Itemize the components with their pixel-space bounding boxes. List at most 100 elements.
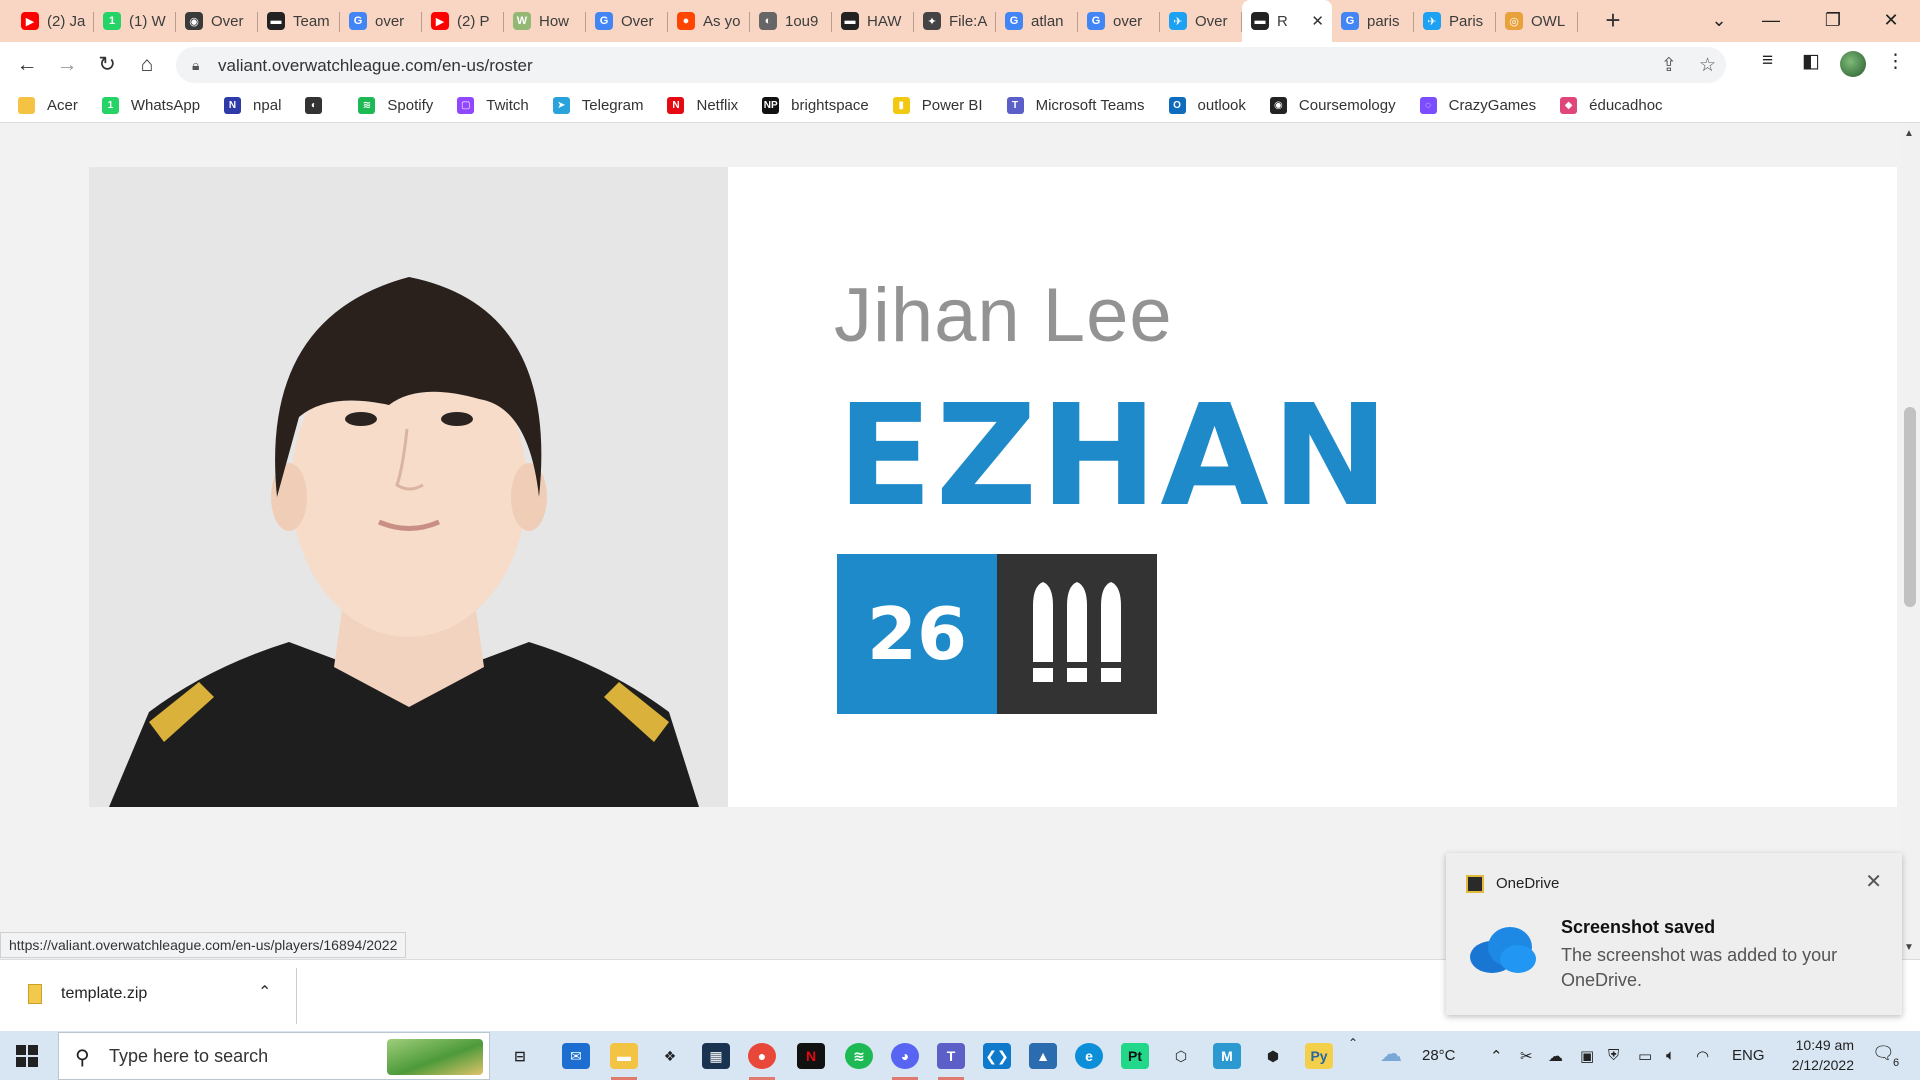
minimize-button[interactable]: —: [1746, 0, 1796, 42]
media-control-icon[interactable]: ≡: [1762, 50, 1773, 72]
bookmark-item[interactable]: T Microsoft Teams: [1006, 96, 1145, 114]
vscode-icon[interactable]: ❮❯: [983, 1043, 1011, 1069]
app-m-icon[interactable]: M: [1213, 1043, 1241, 1069]
system-clock[interactable]: 10:49 am 2/12/2022: [1770, 1035, 1854, 1075]
language-indicator[interactable]: ENG: [1732, 1047, 1765, 1064]
discord-icon[interactable]: ◕: [891, 1043, 919, 1069]
browser-tab[interactable]: ▬ Team: [258, 0, 340, 42]
bookmark-item[interactable]: 1 WhatsApp: [101, 96, 200, 114]
browser-tab[interactable]: ▶ (2) Ja: [12, 0, 94, 42]
chrome-icon[interactable]: ●: [748, 1043, 776, 1069]
onedrive-notification[interactable]: OneDrive ✕ Screenshot saved The screensh…: [1446, 853, 1902, 1015]
bookmark-item[interactable]: ▮ Power BI: [892, 96, 983, 114]
taskbar-search-box[interactable]: ⚲ Type here to search: [58, 1032, 490, 1080]
shelf-divider: [296, 968, 297, 1024]
browser-tab[interactable]: ▶ (2) P: [422, 0, 504, 42]
tab-list: ▶ (2) Ja 1 (1) W ◉ Over ▬ Team Gover ▶ (2) P W How G O…: [12, 0, 1578, 42]
bookmark-item[interactable]: ➤ Telegram: [552, 96, 643, 114]
bookmark-item[interactable]: Nnpal: [224, 96, 281, 114]
bookmark-item[interactable]: ◉ Coursemology: [1269, 96, 1396, 114]
bookmark-star-icon[interactable]: ☆: [1699, 54, 1716, 77]
security-icon[interactable]: ⛨: [1608, 1047, 1619, 1064]
bookmark-item[interactable]: ▢ Twitch: [457, 96, 529, 114]
share-icon[interactable]: ⇪: [1661, 54, 1677, 77]
bookmark-item[interactable]: ◐: [305, 96, 334, 114]
browser-tab[interactable]: ◉ Over: [176, 0, 258, 42]
browser-tab[interactable]: Gatlan: [996, 0, 1078, 42]
bookmark-item[interactable]: Acer: [18, 96, 78, 114]
browser-tab[interactable]: ✈ Paris: [1414, 0, 1496, 42]
page-scrollbar[interactable]: ▲ ▼: [1900, 124, 1920, 959]
browser-tab[interactable]: 1 (1) W: [94, 0, 176, 42]
back-button[interactable]: ←: [12, 50, 42, 80]
address-bar[interactable]: 🔒︎ valiant.overwatchleague.com/en-us/ros…: [176, 47, 1726, 83]
browser-tab[interactable]: ▬ HAW: [832, 0, 914, 42]
calculator-app-icon[interactable]: ▦: [702, 1043, 730, 1069]
device-icon[interactable]: ▣: [1580, 1047, 1594, 1065]
forward-button[interactable]: →: [52, 50, 82, 80]
home-button[interactable]: ⌂: [132, 50, 162, 80]
mail-icon[interactable]: ✉: [562, 1043, 590, 1069]
browser-tab[interactable]: ✈ Over: [1160, 0, 1242, 42]
browser-tab[interactable]: Gover: [1078, 0, 1160, 42]
tab-search-icon[interactable]: ⌄: [1694, 0, 1744, 42]
reload-button[interactable]: ↻: [92, 50, 122, 80]
bookmark-item[interactable]: ◆ éducadhoc: [1560, 96, 1663, 114]
onedrive-tray-icon[interactable]: ☁: [1548, 1047, 1563, 1065]
python-icon[interactable]: Py: [1305, 1043, 1333, 1069]
side-panel-icon[interactable]: ◧: [1802, 50, 1820, 73]
volume-icon[interactable]: 🔈︎: [1666, 1047, 1675, 1064]
lock-icon: 🔒︎: [192, 57, 200, 73]
file-explorer-icon[interactable]: ▬: [610, 1043, 638, 1069]
browser-tab[interactable]: ◐ 1ou9: [750, 0, 832, 42]
tray-app-icon[interactable]: ✂: [1520, 1047, 1533, 1065]
browser-tab[interactable]: Gparis: [1332, 0, 1414, 42]
windows-start-icon[interactable]: [16, 1045, 38, 1067]
tray-expand-icon[interactable]: ⌃: [1348, 1036, 1358, 1050]
battery-icon[interactable]: ▭: [1638, 1047, 1652, 1065]
profile-avatar[interactable]: [1840, 51, 1866, 77]
url-text[interactable]: valiant.overwatchleague.com/en-us/roster: [218, 56, 533, 76]
browser-tab[interactable]: ✦ File:A: [914, 0, 996, 42]
scroll-up-arrow-icon[interactable]: ▲: [1904, 128, 1914, 139]
dropbox-icon[interactable]: ❖: [656, 1043, 684, 1069]
powerbi-icon: ▮: [892, 96, 910, 114]
tab-label: paris: [1367, 12, 1400, 30]
scroll-down-arrow-icon[interactable]: ▼: [1904, 942, 1914, 953]
download-filename[interactable]: template.zip: [61, 985, 147, 1003]
bookmark-item[interactable]: Ooutlook: [1168, 96, 1246, 114]
browser-tab[interactable]: ● As yo: [668, 0, 750, 42]
task-view-icon[interactable]: ⊟: [506, 1043, 534, 1069]
coursemology-icon: ◉: [1269, 96, 1287, 114]
unity-icon[interactable]: ⬡: [1167, 1043, 1195, 1069]
bookmark-item[interactable]: ◌ CrazyGames: [1419, 96, 1536, 114]
bookmark-item[interactable]: NP brightspace: [762, 96, 869, 114]
scrollbar-thumb[interactable]: [1904, 407, 1916, 607]
close-notification-icon[interactable]: ✕: [1865, 869, 1882, 894]
show-hidden-icons-chevron-icon[interactable]: ⌃: [1490, 1047, 1503, 1065]
pycharm-icon[interactable]: Pt: [1121, 1043, 1149, 1069]
teams-icon[interactable]: T: [937, 1043, 965, 1069]
unity-hub-icon[interactable]: ⬢: [1259, 1043, 1287, 1069]
browser-tab[interactable]: ◎ OWL: [1496, 0, 1578, 42]
browser-tab[interactable]: Gover: [340, 0, 422, 42]
notification-center-icon[interactable]: 🗨︎: [1872, 1043, 1895, 1064]
photos-icon[interactable]: ▲: [1029, 1043, 1057, 1069]
restore-button[interactable]: ❐: [1808, 0, 1858, 42]
download-options-chevron-icon[interactable]: ⌃: [258, 982, 271, 1002]
edge-icon[interactable]: e: [1075, 1043, 1103, 1069]
close-tab-icon[interactable]: ✕: [1311, 12, 1324, 30]
bookmark-item[interactable]: ≋ Spotify: [358, 96, 433, 114]
netflix-icon[interactable]: N: [797, 1043, 825, 1069]
spotify-icon[interactable]: ≋: [845, 1043, 873, 1069]
menu-kebab-icon[interactable]: ⋮: [1886, 50, 1905, 73]
weather-cloud-icon[interactable]: ☁: [1380, 1041, 1402, 1067]
browser-tab[interactable]: W How: [504, 0, 586, 42]
new-tab-button[interactable]: +: [1598, 6, 1628, 36]
browser-tab[interactable]: ▬ R ✕: [1242, 0, 1332, 42]
browser-tab[interactable]: G Over: [586, 0, 668, 42]
weather-temperature[interactable]: 28°C: [1422, 1047, 1456, 1064]
bookmark-item[interactable]: N Netflix: [667, 96, 738, 114]
close-window-button[interactable]: ✕: [1866, 0, 1916, 42]
wifi-icon[interactable]: ◠: [1696, 1047, 1709, 1065]
